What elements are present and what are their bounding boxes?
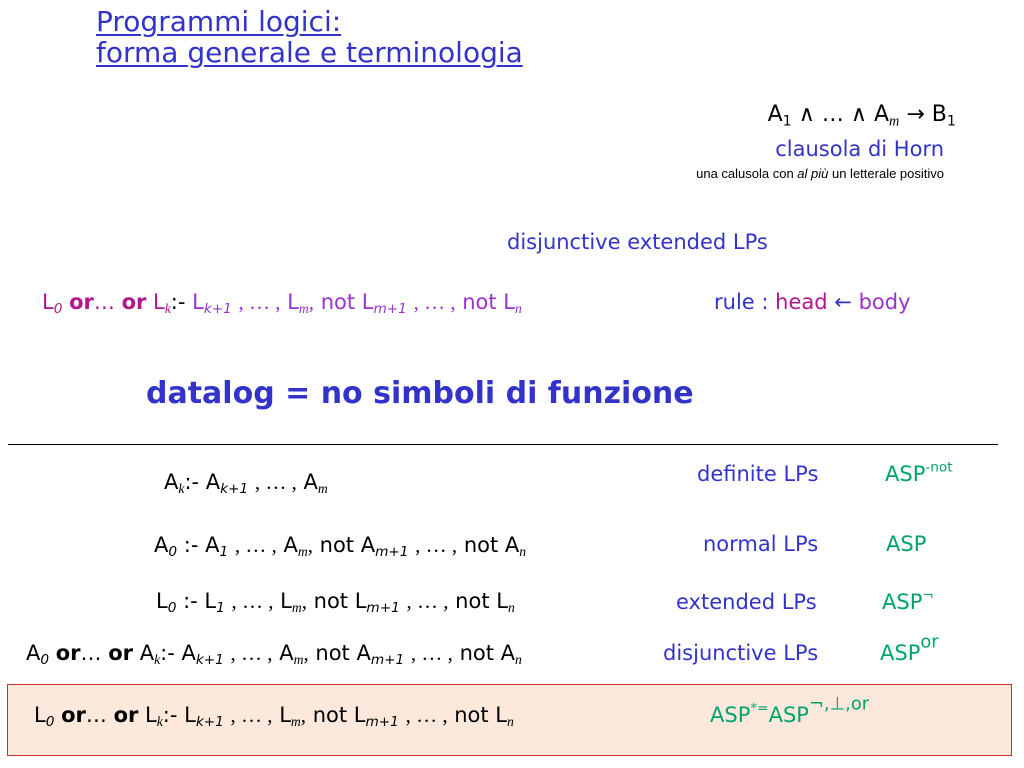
horn-clause-label: clausola di Horn — [775, 137, 944, 161]
row-normal-name: normal LPs — [703, 532, 819, 556]
divider — [8, 444, 998, 445]
row-normal-formula: A0 :- A1 , … , Am, not Am+1 , … , not An — [154, 533, 527, 561]
title-line-1: Programmi logici: — [96, 5, 342, 38]
datalog-heading: datalog = no simboli di funzione — [146, 376, 694, 411]
general-rule-formula: L0 or… or Lk:- Lk+1 , … , Lm, not Lm+1 ,… — [42, 290, 522, 318]
row-extended-class: ASP¬ — [882, 587, 934, 614]
horn-clause-formula: A1 ∧ … ∧ Am → B1 — [767, 102, 956, 130]
row-extended-formula: L0 :- L1 , … , Lm, not Lm+1 , … , not Ln — [156, 589, 515, 617]
row-definite-formula: Ak:- Ak+1 , … , Am — [164, 470, 328, 498]
row-definite-name: definite LPs — [697, 462, 819, 486]
rule-legend-prefix: rule : — [714, 290, 769, 314]
rule-legend: rule : head ← body — [714, 290, 911, 314]
row-disjunctive-formula: A0 or… or Ak:- Ak+1 , … , Am, not Am+1 ,… — [26, 641, 522, 669]
row-normal-class: ASP — [886, 532, 927, 556]
rule-legend-head: head — [775, 290, 828, 314]
row-disjunctive-extended-class: ASP*=ASP¬,⊥,or — [710, 693, 870, 727]
slide-title: Programmi logici: forma generale e termi… — [96, 6, 523, 68]
row-disjunctive-name: disjunctive LPs — [663, 641, 819, 665]
row-definite-class: ASP-not — [885, 459, 953, 486]
title-line-2: forma generale e terminologia — [96, 36, 523, 69]
disjunctive-extended-label: disjunctive extended LPs — [507, 230, 768, 254]
rule-legend-arrow-icon: ← — [834, 290, 852, 314]
rule-legend-body: body — [858, 290, 911, 314]
row-disjunctive-extended-formula: L0 or… or Lk:- Lk+1 , … , Lm, not Lm+1 ,… — [34, 703, 514, 731]
horn-clause-description: una calusola con al più un letterale pos… — [696, 166, 944, 181]
row-extended-name: extended LPs — [676, 590, 817, 614]
row-disjunctive-class: ASPor — [880, 631, 939, 665]
